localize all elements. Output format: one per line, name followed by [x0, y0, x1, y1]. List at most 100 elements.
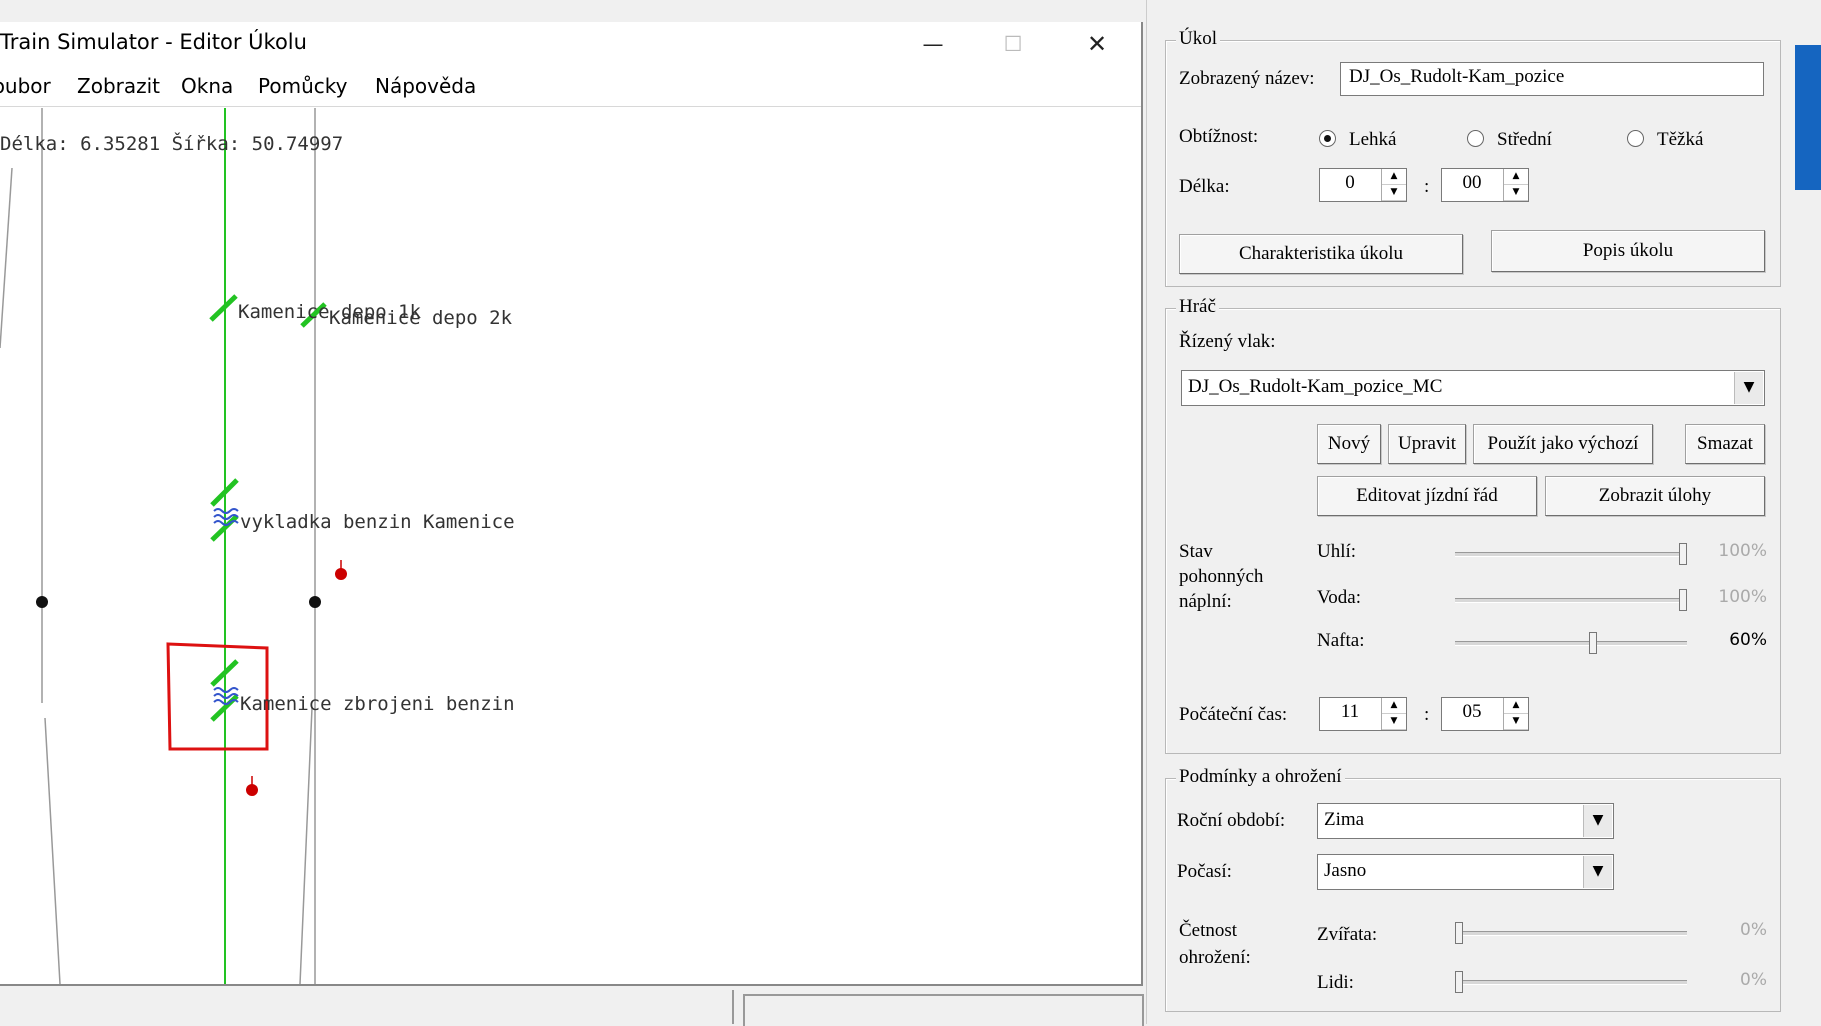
- delete-train-button[interactable]: Smazat: [1685, 424, 1765, 464]
- map-label-zbrojeni: Kamenice zbrojeni benzin: [240, 693, 515, 715]
- route-map[interactable]: Délka: 6.35281 Šířka: 50.74997 Kamenice …: [0, 108, 1141, 984]
- threat-label-line1: Četnost: [1179, 920, 1238, 941]
- track-gray-left: [41, 108, 61, 984]
- diesel-percent: 60%: [1729, 630, 1767, 650]
- spin-up-icon[interactable]: ▲: [1382, 698, 1406, 714]
- coal-slider-track: [1455, 552, 1687, 557]
- menu-file[interactable]: Soubor: [0, 74, 51, 98]
- difficulty-medium-radio[interactable]: [1467, 130, 1484, 147]
- red-marker-icon[interactable]: [335, 568, 347, 580]
- difficulty-label: Obtížnost:: [1179, 126, 1259, 147]
- menu-view[interactable]: Zobrazit: [77, 74, 160, 98]
- diesel-label: Nafta:: [1317, 630, 1365, 651]
- difficulty-hard-label[interactable]: Těžká: [1657, 129, 1703, 151]
- people-percent: 0%: [1740, 970, 1767, 990]
- season-label: Roční období:: [1177, 810, 1286, 831]
- background-accent: [1794, 45, 1821, 190]
- title-bar[interactable]: Train Simulator - Editor Úkolu — ☐ ✕: [0, 22, 1141, 66]
- coal-slider-thumb[interactable]: [1679, 543, 1687, 565]
- coal-label: Uhlí:: [1317, 541, 1357, 562]
- conditions-group-legend: Podmínky a ohrožení: [1176, 766, 1345, 788]
- edit-timetable-button[interactable]: Editovat jízdní řád: [1317, 476, 1537, 516]
- start-minutes-value: 05: [1462, 701, 1482, 722]
- animals-slider-track: [1455, 931, 1687, 936]
- menu-tools[interactable]: Pomůcky: [258, 74, 347, 98]
- season-select[interactable]: Zima ▼: [1317, 803, 1614, 839]
- train-select[interactable]: DJ_Os_Rudolt-Kam_pozice_MC ▼: [1181, 370, 1765, 406]
- difficulty-easy-label[interactable]: Lehká: [1349, 129, 1396, 151]
- spin-down-icon[interactable]: ▼: [1382, 714, 1406, 730]
- menu-bar: Soubor Zobrazit Okna Pomůcky Nápověda: [0, 66, 1141, 107]
- task-group-legend: Úkol: [1176, 28, 1220, 50]
- maximize-button[interactable]: ☐: [973, 22, 1053, 66]
- weather-select-value: Jasno: [1324, 860, 1367, 881]
- difficulty-easy-radio[interactable]: [1319, 130, 1336, 147]
- track-node[interactable]: [36, 596, 48, 608]
- spin-down-icon[interactable]: ▼: [1504, 714, 1528, 730]
- track-node[interactable]: [309, 596, 321, 608]
- animals-percent: 0%: [1740, 920, 1767, 940]
- window-title: Train Simulator - Editor Úkolu: [0, 30, 307, 54]
- fuel-label-line2: pohonných: [1179, 566, 1264, 587]
- chevron-down-icon[interactable]: ▼: [1583, 856, 1612, 888]
- people-label: Lidi:: [1317, 972, 1354, 993]
- coal-percent: 100%: [1718, 541, 1767, 561]
- length-hours-spinner[interactable]: 0 ▲ ▼: [1319, 168, 1407, 202]
- display-name-label: Zobrazený název:: [1179, 68, 1315, 89]
- threat-label-line2: ohrožení:: [1179, 947, 1251, 968]
- edit-train-button[interactable]: Upravit: [1388, 424, 1466, 464]
- start-time-colon: :: [1424, 704, 1430, 725]
- animals-slider-thumb[interactable]: [1455, 922, 1463, 944]
- map-coordinates: Délka: 6.35281 Šířka: 50.74997: [0, 131, 343, 155]
- length-hours-value: 0: [1345, 172, 1355, 193]
- spin-down-icon[interactable]: ▼: [1504, 185, 1528, 201]
- diesel-slider-track: [1455, 641, 1687, 646]
- menu-windows[interactable]: Okna: [181, 74, 233, 98]
- use-default-button[interactable]: Použít jako výchozí: [1473, 424, 1653, 464]
- display-name-input[interactable]: DJ_Os_Rudolt-Kam_pozice: [1340, 62, 1764, 96]
- minimize-button[interactable]: —: [893, 22, 973, 66]
- start-hours-spinner[interactable]: 11 ▲ ▼: [1319, 697, 1407, 731]
- spin-up-icon[interactable]: ▲: [1504, 698, 1528, 714]
- chevron-down-icon[interactable]: ▼: [1583, 805, 1612, 837]
- description-button[interactable]: Popis úkolu: [1491, 230, 1765, 272]
- show-tasks-button[interactable]: Zobrazit úlohy: [1545, 476, 1765, 516]
- properties-panel: Úkol Zobrazený název: DJ_Os_Rudolt-Kam_p…: [1146, 0, 1795, 1024]
- start-time-label: Počáteční čas:: [1179, 704, 1288, 725]
- length-label: Délka:: [1179, 176, 1230, 197]
- water-label: Voda:: [1317, 587, 1361, 608]
- length-colon: :: [1424, 176, 1430, 197]
- start-minutes-spinner[interactable]: 05 ▲ ▼: [1441, 697, 1529, 731]
- start-hours-value: 11: [1340, 701, 1360, 722]
- lower-panel: [743, 994, 1144, 1026]
- spin-down-icon[interactable]: ▼: [1382, 185, 1406, 201]
- red-marker-icon[interactable]: [246, 784, 258, 796]
- train-select-value: DJ_Os_Rudolt-Kam_pozice_MC: [1188, 376, 1443, 397]
- platform-marker-icon[interactable]: [209, 294, 238, 322]
- water-slider-thumb[interactable]: [1679, 589, 1687, 611]
- map-label-depo-2k: Kamenice depo 2k: [329, 307, 513, 329]
- difficulty-hard-radio[interactable]: [1627, 130, 1644, 147]
- weather-label: Počasí:: [1177, 861, 1232, 882]
- new-train-button[interactable]: Nový: [1317, 424, 1381, 464]
- menu-help[interactable]: Nápověda: [375, 74, 476, 98]
- track-gray-right: [299, 108, 316, 984]
- train-label: Řízený vlak:: [1179, 331, 1276, 352]
- people-slider-thumb[interactable]: [1455, 971, 1463, 993]
- difficulty-medium-label[interactable]: Střední: [1497, 129, 1552, 151]
- close-button[interactable]: ✕: [1057, 22, 1137, 66]
- weather-select[interactable]: Jasno ▼: [1317, 854, 1614, 890]
- editor-window: Train Simulator - Editor Úkolu — ☐ ✕ Sou…: [0, 22, 1143, 986]
- water-slider-track: [1455, 598, 1687, 603]
- player-group-legend: Hráč: [1176, 296, 1219, 318]
- spin-up-icon[interactable]: ▲: [1382, 169, 1406, 185]
- fuel-label-line3: náplní:: [1179, 591, 1232, 612]
- map-label-vykladka: vykladka benzin Kamenice: [240, 511, 515, 533]
- diesel-slider-thumb[interactable]: [1589, 632, 1598, 654]
- spin-up-icon[interactable]: ▲: [1504, 169, 1528, 185]
- season-select-value: Zima: [1324, 809, 1365, 830]
- track-gray-edge: [0, 167, 13, 349]
- length-minutes-spinner[interactable]: 00 ▲ ▼: [1441, 168, 1529, 202]
- chevron-down-icon[interactable]: ▼: [1734, 372, 1763, 404]
- characteristics-button[interactable]: Charakteristika úkolu: [1179, 234, 1463, 274]
